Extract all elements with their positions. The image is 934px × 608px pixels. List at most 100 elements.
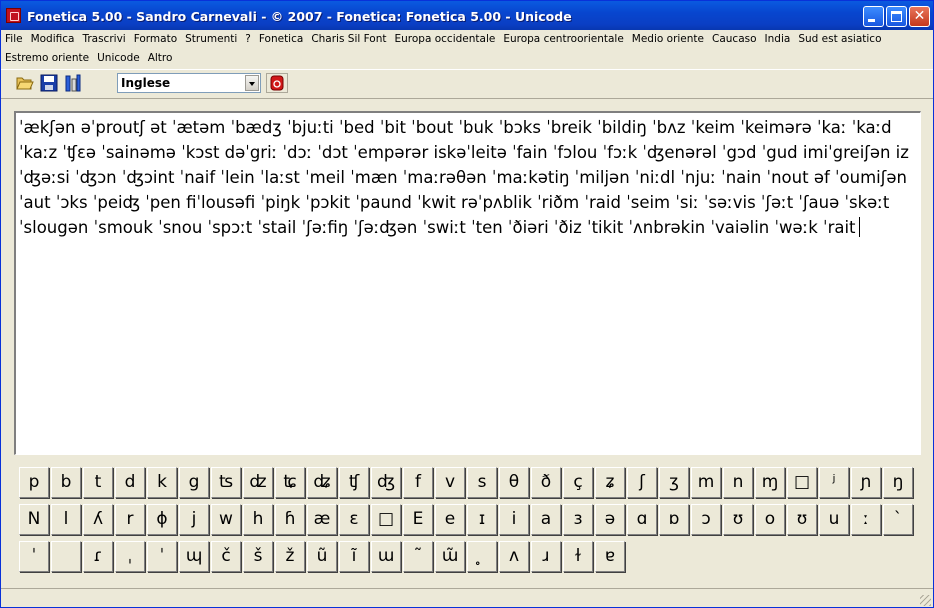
title-bar[interactable]: Fonetica 5.00 - Sandro Carnevali - © 200… xyxy=(1,1,933,30)
ipa-key[interactable]: ʒ xyxy=(659,467,689,498)
ipa-key[interactable] xyxy=(51,541,81,572)
ipa-key[interactable]: ʃ xyxy=(627,467,657,498)
menu-item[interactable]: Estremo oriente xyxy=(1,49,93,68)
ipa-key[interactable]: l xyxy=(51,504,81,535)
ipa-key[interactable]: ũ xyxy=(307,541,337,572)
phonetic-text-editor[interactable]: ˈækʃən əˈproutʃ ət ˈætəm ˈbædʒ ˈbjuːti ˈ… xyxy=(14,111,921,455)
ipa-key[interactable]: j xyxy=(179,504,209,535)
ipa-key[interactable]: ɒ xyxy=(659,504,689,535)
maximize-button[interactable] xyxy=(886,6,907,27)
ipa-key[interactable]: ˋ xyxy=(883,504,913,535)
ipa-key[interactable]: ɜ xyxy=(563,504,593,535)
ipa-key[interactable]: ɦ xyxy=(275,504,305,535)
ipa-key[interactable]: ˜ xyxy=(403,541,433,572)
menu-item[interactable]: Europa occidentale xyxy=(390,30,499,49)
ipa-key[interactable]: ˈ xyxy=(19,541,49,572)
ipa-key[interactable]: ː xyxy=(851,504,881,535)
ipa-key[interactable]: f xyxy=(403,467,433,498)
minimize-button[interactable] xyxy=(863,6,884,27)
ipa-key[interactable]: o xyxy=(755,504,785,535)
ipa-key[interactable]: ʑ xyxy=(595,467,625,498)
ipa-key[interactable]: w xyxy=(211,504,241,535)
menu-item[interactable]: Sud est asiatico xyxy=(794,30,885,49)
red-action-button[interactable] xyxy=(266,73,288,93)
save-button[interactable] xyxy=(39,73,59,93)
menu-item[interactable]: Charis Sil Font xyxy=(307,30,390,49)
ipa-key[interactable]: ʨ xyxy=(275,467,305,498)
ipa-key[interactable]: s xyxy=(467,467,497,498)
menu-item[interactable]: Formato xyxy=(130,30,181,49)
ipa-key[interactable]: ɯ xyxy=(371,541,401,572)
ipa-key[interactable]: ð xyxy=(531,467,561,498)
menu-item[interactable]: Caucaso xyxy=(708,30,761,49)
ipa-key[interactable]: ɱ xyxy=(755,467,785,498)
ipa-key[interactable]: ̥ xyxy=(467,541,497,572)
language-select[interactable]: Inglese xyxy=(117,73,261,93)
ipa-key[interactable]: ɯ̃ xyxy=(435,541,465,572)
ipa-key[interactable]: n xyxy=(723,467,753,498)
open-button[interactable] xyxy=(15,73,35,93)
ipa-key[interactable]: p xyxy=(19,467,49,498)
chevron-down-icon[interactable] xyxy=(245,75,259,91)
menu-item[interactable]: Medio oriente xyxy=(628,30,708,49)
ipa-key[interactable]: ʊ xyxy=(723,504,753,535)
menu-item[interactable]: ? xyxy=(241,30,255,49)
ipa-key[interactable]: ˈ xyxy=(147,541,177,572)
ipa-key[interactable]: i xyxy=(499,504,529,535)
ipa-key[interactable]: h xyxy=(243,504,273,535)
ipa-key[interactable]: ʥ xyxy=(307,467,337,498)
ipa-key[interactable]: ɛ xyxy=(339,504,369,535)
ipa-key[interactable]: ʤ xyxy=(371,467,401,498)
ipa-key[interactable]: E xyxy=(403,504,433,535)
ipa-key[interactable]: ɪ xyxy=(467,504,497,535)
close-button[interactable]: ✕ xyxy=(909,6,930,27)
ipa-key[interactable]: ŋ xyxy=(883,467,913,498)
ipa-key[interactable]: ʣ xyxy=(243,467,273,498)
ipa-key[interactable]: ɔ xyxy=(691,504,721,535)
ipa-key[interactable]: g xyxy=(179,467,209,498)
ipa-key[interactable]: ʎ xyxy=(83,504,113,535)
ipa-key[interactable]: ʲ xyxy=(819,467,849,498)
menu-item[interactable]: Europa centroorientale xyxy=(499,30,627,49)
ipa-key[interactable]: e xyxy=(435,504,465,535)
ipa-key[interactable]: m xyxy=(691,467,721,498)
ipa-key[interactable]: □ xyxy=(787,467,817,498)
app-icon[interactable] xyxy=(6,8,21,23)
transcription-tool-button[interactable] xyxy=(63,73,83,93)
ipa-key[interactable]: d xyxy=(115,467,145,498)
menu-item[interactable]: India xyxy=(761,30,795,49)
ipa-key[interactable]: ɰ xyxy=(179,541,209,572)
ipa-key[interactable]: a xyxy=(531,504,561,535)
ipa-key[interactable]: r xyxy=(115,504,145,535)
resize-grip-icon[interactable] xyxy=(920,595,931,606)
menu-item[interactable]: Modifica xyxy=(27,30,79,49)
ipa-key[interactable]: ɸ xyxy=(147,504,177,535)
ipa-key[interactable]: b xyxy=(51,467,81,498)
ipa-key[interactable]: u xyxy=(819,504,849,535)
menu-item[interactable]: Trascrivi xyxy=(78,30,129,49)
ipa-key[interactable]: ɹ xyxy=(531,541,561,572)
ipa-key[interactable]: ʊ xyxy=(787,504,817,535)
ipa-key[interactable]: v xyxy=(435,467,465,498)
ipa-key[interactable]: ʦ xyxy=(211,467,241,498)
ipa-key[interactable]: θ xyxy=(499,467,529,498)
menu-item[interactable]: File xyxy=(1,30,27,49)
ipa-key[interactable]: ž xyxy=(275,541,305,572)
ipa-key[interactable]: ɲ xyxy=(851,467,881,498)
ipa-key[interactable]: č xyxy=(211,541,241,572)
menu-item[interactable]: Strumenti xyxy=(181,30,241,49)
ipa-key[interactable]: š xyxy=(243,541,273,572)
menu-item[interactable]: Fonetica xyxy=(255,30,307,49)
ipa-key[interactable]: k xyxy=(147,467,177,498)
ipa-key[interactable]: □ xyxy=(371,504,401,535)
ipa-key[interactable]: ʌ xyxy=(499,541,529,572)
ipa-key[interactable]: t xyxy=(83,467,113,498)
ipa-key[interactable]: ɐ xyxy=(595,541,625,572)
ipa-key[interactable]: ɑ xyxy=(627,504,657,535)
ipa-key[interactable]: ʧ xyxy=(339,467,369,498)
ipa-key[interactable]: ɫ xyxy=(563,541,593,572)
ipa-key[interactable]: ə xyxy=(595,504,625,535)
ipa-key[interactable]: ç xyxy=(563,467,593,498)
ipa-key[interactable]: æ xyxy=(307,504,337,535)
ipa-key[interactable]: N xyxy=(19,504,49,535)
